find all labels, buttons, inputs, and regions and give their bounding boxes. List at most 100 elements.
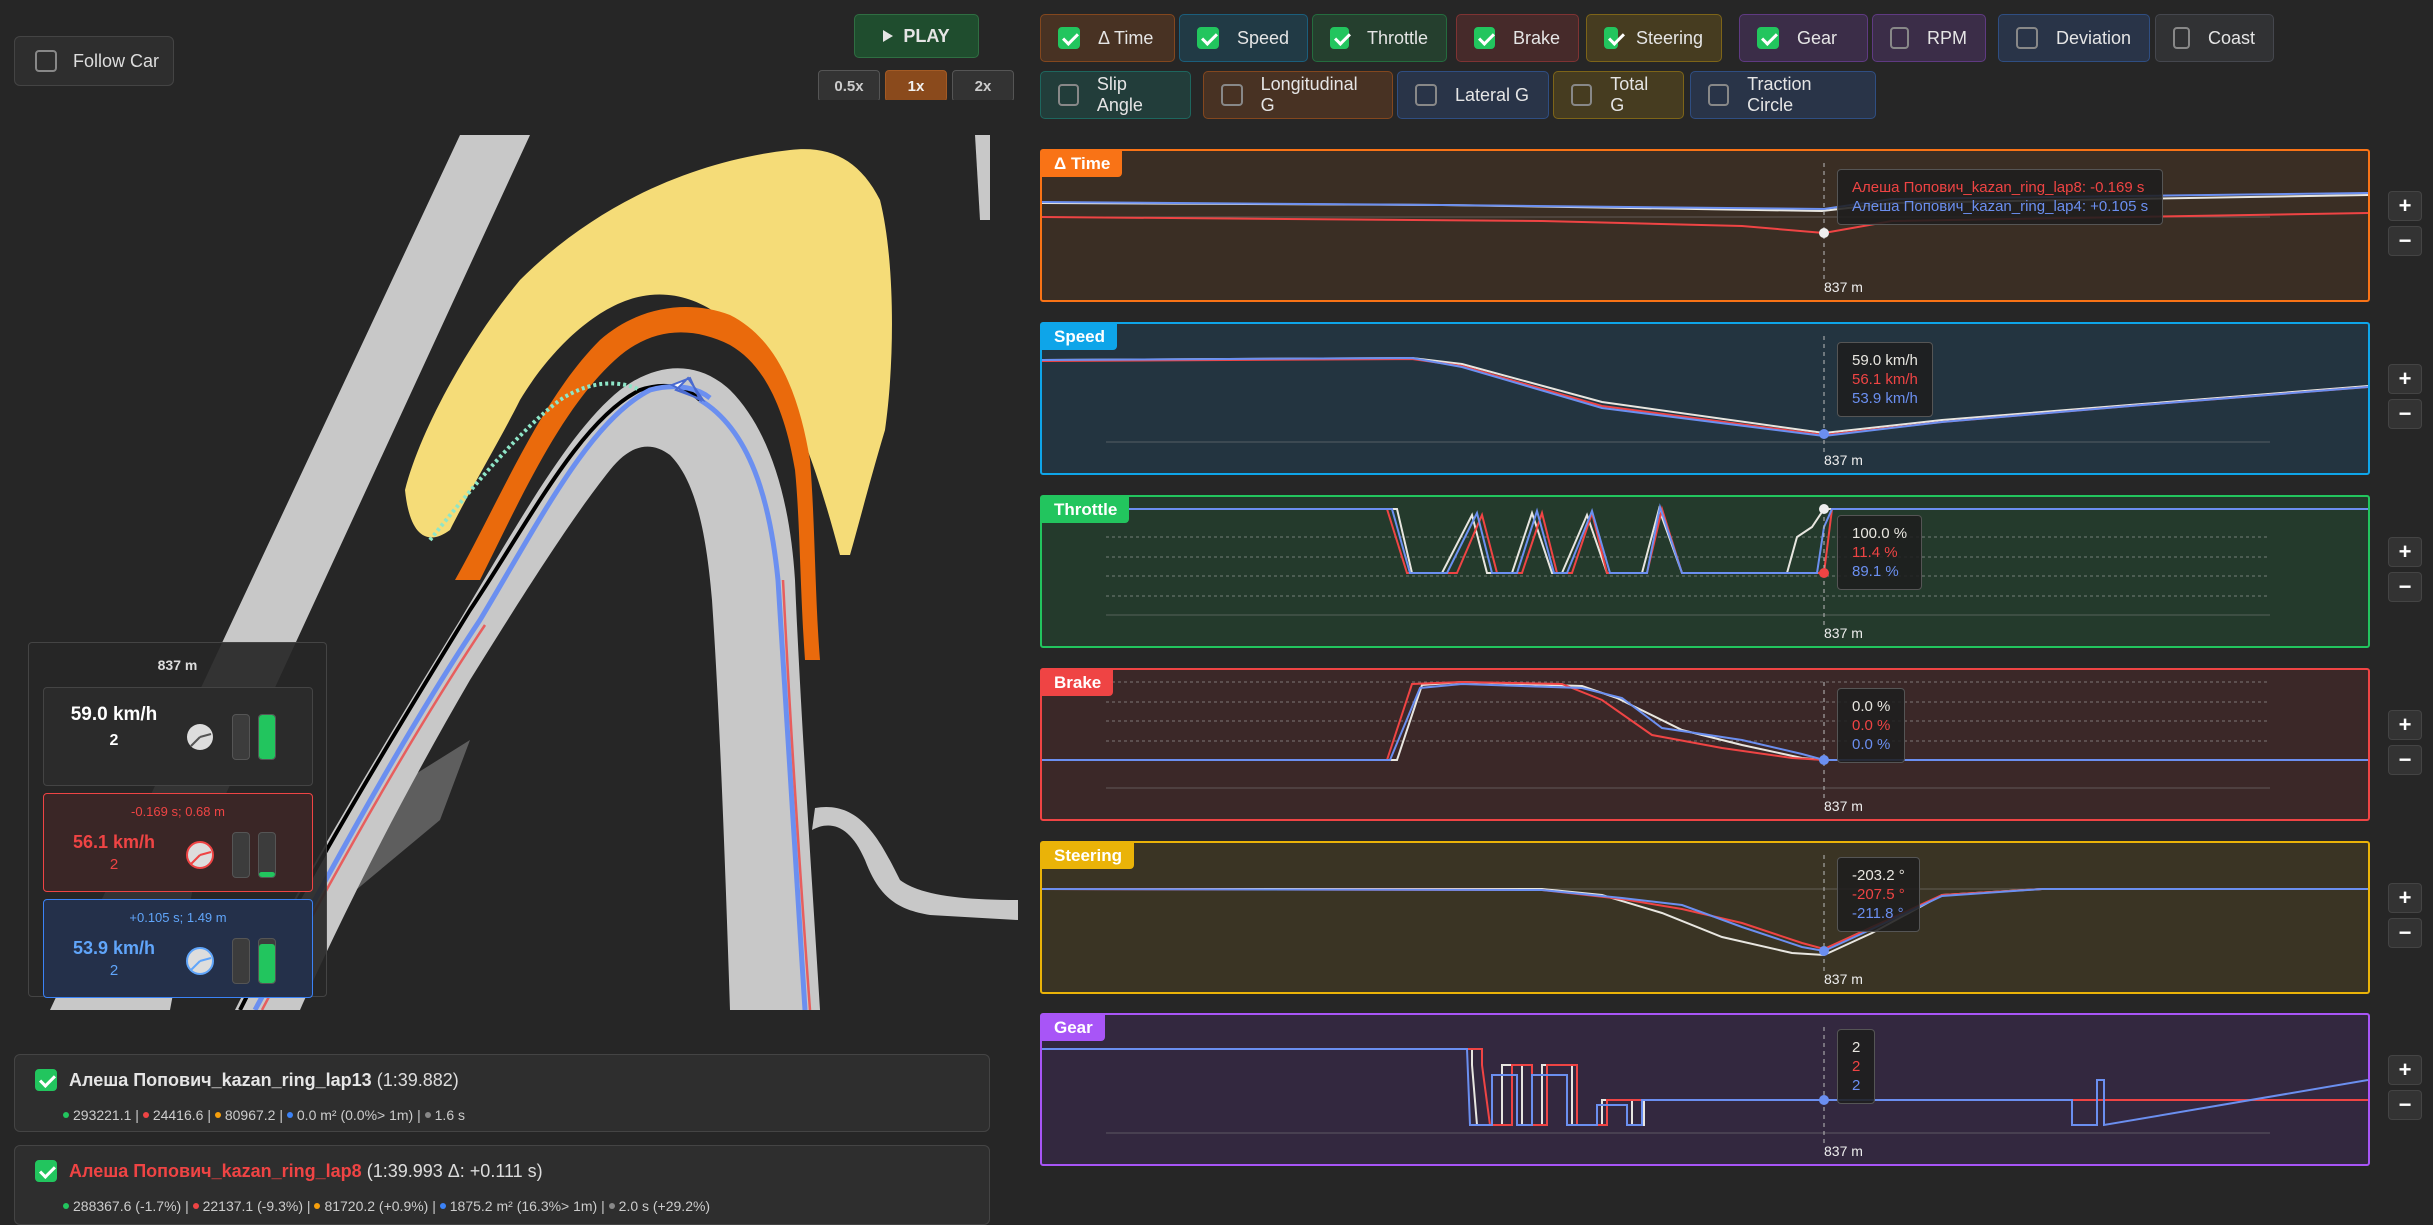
panel-steering[interactable]: Steering 837 m -203.2 ° -207.5 ° -211.8 ° — [1040, 841, 2370, 994]
zoom-out-button[interactable]: − — [2388, 399, 2422, 429]
zoom-in-button[interactable]: + — [2388, 364, 2422, 394]
toggle-lateral-g[interactable]: Lateral G — [1397, 71, 1549, 119]
overlay-distance: 837 m — [157, 657, 198, 673]
play-button[interactable]: PLAY — [854, 14, 979, 58]
tooltip-line: 53.9 km/h — [1852, 390, 1918, 407]
zoom-out-button[interactable]: − — [2388, 745, 2422, 775]
zoom-in-button[interactable]: + — [2388, 1055, 2422, 1085]
toggle-time[interactable]: Δ Time — [1040, 14, 1175, 62]
toggle-checkbox[interactable] — [1571, 84, 1593, 106]
toggle-checkbox[interactable] — [1415, 84, 1437, 106]
overlay-cmp2-card: +0.105 s; 1.49 m 53.9 km/h 2 — [43, 899, 313, 998]
panel-gear[interactable]: Gear 837 m 2 2 2 — [1040, 1013, 2370, 1166]
series-line-cmp1 — [1042, 212, 2368, 235]
stat-dot-icon — [142, 1112, 149, 1118]
stat-value: 24416.6 — [152, 1107, 204, 1123]
lap-time: (1:39.993 Δ: +0.111 s) — [366, 1160, 543, 1181]
toggle-deviation[interactable]: Deviation — [1998, 14, 2150, 62]
lap-item[interactable]: Алеша Попович_kazan_ring_lap13 (1:39.882… — [14, 1054, 990, 1132]
toggle-brake[interactable]: Brake — [1456, 14, 1579, 62]
speed-2x-button[interactable]: 2x — [952, 70, 1014, 102]
toggle-checkbox[interactable] — [2016, 27, 2038, 49]
cursor-point — [1819, 504, 1829, 514]
series-line-cmp2 — [1042, 192, 2368, 211]
panel-gear-chart[interactable] — [1042, 1015, 2368, 1164]
tooltip-line: 2 — [1852, 1058, 1861, 1075]
series-line-main — [1042, 888, 2368, 957]
toggle-total-g[interactable]: Total G — [1553, 71, 1684, 119]
toggle-steering[interactable]: Steering — [1586, 14, 1722, 62]
toggle-coast[interactable]: Coast — [2155, 14, 2274, 62]
cmp1-throttle-bar — [258, 832, 276, 878]
lap-checkbox[interactable] — [35, 1160, 57, 1182]
toggle-label: Traction Circle — [1747, 74, 1812, 115]
panel-speed[interactable]: Speed 837 m 59.0 km/h 56.1 km/h 53.9 km/h — [1040, 322, 2370, 475]
toggle-checkbox[interactable] — [1221, 84, 1243, 106]
panel-brake-chart[interactable] — [1042, 670, 2368, 819]
toggle-checkbox[interactable] — [1604, 27, 1618, 49]
zoom-in-button[interactable]: + — [2388, 191, 2422, 221]
toggle-gear[interactable]: Gear — [1739, 14, 1868, 62]
stat-dot-icon — [286, 1112, 293, 1118]
cursor-distance-label: 837 m — [1824, 1143, 1863, 1159]
toggle-longitudinal-g[interactable]: Longitudinal G — [1203, 71, 1393, 119]
toggle-checkbox[interactable] — [1890, 27, 1909, 49]
cursor-distance-label: 837 m — [1824, 625, 1863, 641]
tooltip-line: 89.1 % — [1852, 563, 1899, 580]
speed-1x-button[interactable]: 1x — [885, 70, 947, 102]
toggle-rpm[interactable]: RPM — [1872, 14, 1986, 62]
zoom-out-button[interactable]: − — [2388, 918, 2422, 948]
zoom-in-button[interactable]: + — [2388, 537, 2422, 567]
panel-dtime-chart[interactable] — [1042, 151, 2368, 300]
lap-checkbox[interactable] — [35, 1069, 57, 1091]
toggle-checkbox[interactable] — [2173, 27, 2190, 49]
series-line-cmp2 — [1042, 888, 2368, 953]
zoom-in-button[interactable]: + — [2388, 710, 2422, 740]
follow-car-toggle[interactable]: Follow Car — [14, 36, 174, 86]
panel-brake[interactable]: Brake 837 m 0.0 % 0.0 % 0.0 % — [1040, 668, 2370, 821]
series-line-main — [1042, 505, 2368, 574]
toggle-throttle[interactable]: Throttle — [1312, 14, 1447, 62]
cmp2-gear: 2 — [109, 962, 119, 979]
stat-dot-icon — [192, 1203, 199, 1209]
toggle-label: Slip Angle — [1096, 74, 1143, 115]
toggle-checkbox[interactable] — [1330, 27, 1349, 49]
toggle-checkbox[interactable] — [1757, 27, 1779, 49]
series-line-cmp2 — [1042, 682, 2368, 761]
panel-steering-chart[interactable] — [1042, 843, 2368, 992]
panel-speed-chart[interactable] — [1042, 324, 2368, 473]
series-line-cmp2 — [1042, 1048, 2368, 1127]
toggle-checkbox[interactable] — [1708, 84, 1730, 106]
zoom-in-button[interactable]: + — [2388, 883, 2422, 913]
zoom-out-button[interactable]: − — [2388, 226, 2422, 256]
toggle-label: Steering — [1635, 27, 1703, 48]
lap-item[interactable]: Алеша Попович_kazan_ring_lap8 (1:39.993 … — [14, 1145, 990, 1225]
toggle-checkbox[interactable] — [1058, 84, 1079, 106]
series-line-cmp2 — [1042, 356, 2368, 438]
panel-throttle-chart[interactable] — [1042, 497, 2368, 646]
toggle-speed[interactable]: Speed — [1179, 14, 1308, 62]
tooltip-line: 59.0 km/h — [1852, 352, 1918, 369]
panel-dtime[interactable]: Δ Time 837 m Алеша Попович_kazan_ring_lap8… — [1040, 149, 2370, 302]
stat-value: 80967.2 — [224, 1107, 276, 1123]
cmp2-brake-bar — [232, 938, 250, 984]
stat-value: 22137.1 (-9.3%) — [202, 1198, 304, 1214]
lap-name: Алеша Попович_kazan_ring_lap13 — [69, 1069, 372, 1090]
zoom-out-button[interactable]: − — [2388, 572, 2422, 602]
toggle-traction-circle[interactable]: Traction Circle — [1690, 71, 1876, 119]
speed-0.5x-button[interactable]: 0.5x — [818, 70, 880, 102]
steering-wheel-icon — [186, 947, 214, 975]
cursor-point — [1819, 228, 1829, 238]
follow-car-checkbox[interactable] — [35, 50, 57, 72]
zoom-out-button[interactable]: − — [2388, 1090, 2422, 1120]
panel-throttle[interactable]: Throttle 837 m 100.0 % 11.4 % 89.1 % — [1040, 495, 2370, 648]
tooltip-line: -207.5 ° — [1852, 886, 1905, 903]
overlay-main-card: 59.0 km/h 2 — [43, 687, 313, 786]
toggle-checkbox[interactable] — [1058, 27, 1080, 49]
toggle-checkbox[interactable] — [1474, 27, 1495, 49]
panel-title: Steering — [1042, 843, 1135, 869]
stat-dot-icon — [63, 1203, 69, 1209]
toggle-checkbox[interactable] — [1197, 27, 1219, 49]
tooltip-line: -211.8 ° — [1852, 905, 1904, 922]
toggle-slip-angle[interactable]: Slip Angle — [1040, 71, 1191, 119]
